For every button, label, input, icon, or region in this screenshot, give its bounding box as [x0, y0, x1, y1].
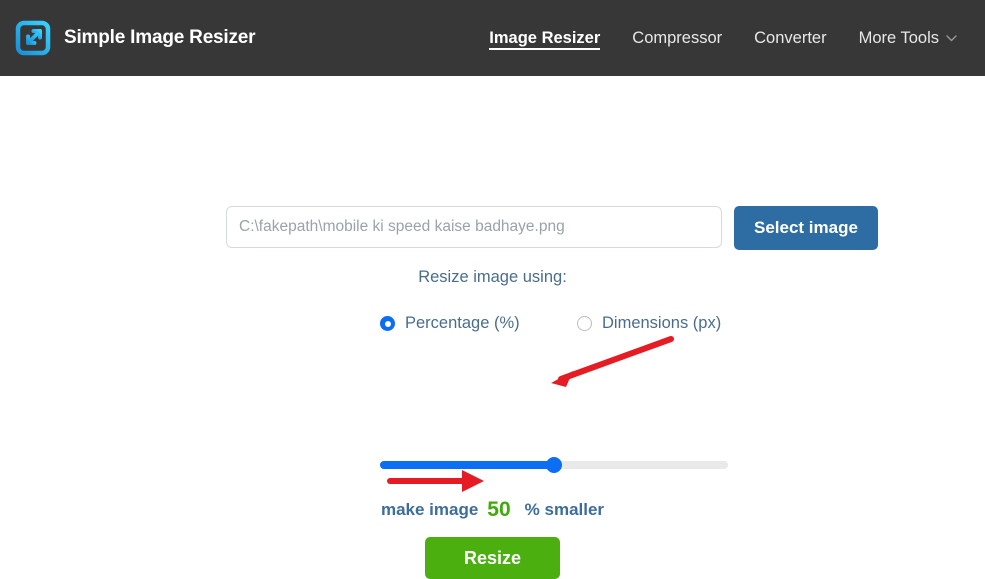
select-image-button[interactable]: Select image: [734, 206, 878, 250]
nav-item-label: More Tools: [858, 28, 939, 47]
main-navigation: Image Resizer Compressor Converter More …: [473, 0, 973, 76]
resizer-form-panel: Select image Resize image using: Percent…: [0, 76, 985, 579]
resize-arrows-logo-icon: [14, 19, 52, 57]
radio-unselected-icon[interactable]: [577, 316, 592, 331]
slider-thumb[interactable]: [546, 457, 562, 473]
percentage-value: 50: [487, 498, 511, 521]
percentage-slider[interactable]: [380, 457, 728, 473]
nav-item-more-tools[interactable]: More Tools: [843, 0, 973, 76]
brand[interactable]: Simple Image Resizer: [14, 19, 256, 57]
radio-option-label: Dimensions (px): [602, 314, 722, 332]
nav-item-image-resizer[interactable]: Image Resizer: [473, 0, 616, 76]
resize-mode-label: Resize image using:: [418, 268, 567, 286]
radio-selected-icon[interactable]: [380, 316, 395, 331]
nav-item-label: Compressor: [632, 28, 723, 47]
site-header: Simple Image Resizer Image Resizer Compr…: [0, 0, 985, 76]
resize-button-row: Resize: [0, 537, 985, 579]
brand-title: Simple Image Resizer: [64, 27, 256, 48]
nav-item-label: Image Resizer: [489, 28, 601, 47]
percentage-value-row: make image 50 % smaller: [0, 498, 985, 522]
nav-item-converter[interactable]: Converter: [738, 0, 842, 76]
chevron-down-icon: [946, 34, 957, 42]
value-prefix-label: make image: [380, 500, 479, 519]
radio-option-dimensions[interactable]: Dimensions (px): [577, 314, 721, 333]
file-select-row: Select image: [226, 206, 878, 250]
file-path-input[interactable]: [226, 206, 722, 248]
value-suffix-label: % smaller: [524, 500, 605, 519]
resize-button[interactable]: Resize: [425, 537, 560, 579]
radio-option-label: Percentage (%): [405, 314, 520, 332]
nav-item-compressor[interactable]: Compressor: [616, 0, 738, 76]
slider-fill: [380, 461, 554, 469]
radio-option-percentage[interactable]: Percentage (%): [380, 314, 577, 333]
resize-mode-radio-group: Percentage (%) Dimensions (px): [380, 314, 730, 333]
nav-item-label: Converter: [754, 28, 827, 47]
